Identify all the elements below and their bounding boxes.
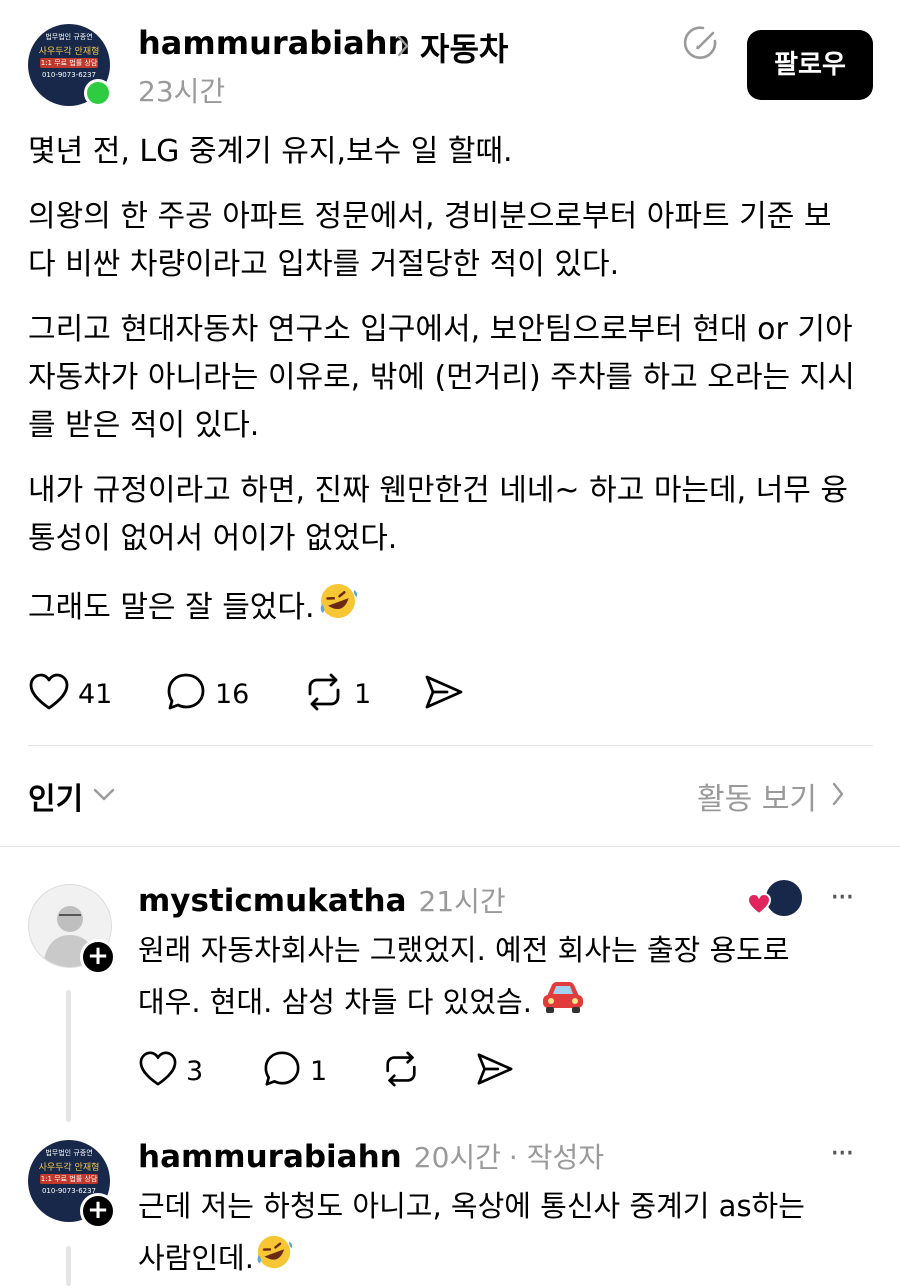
reply-1-repost-button[interactable] xyxy=(380,1050,422,1092)
plus-icon[interactable]: + xyxy=(80,939,116,975)
reply-1-header: mysticmukatha 21시간 xyxy=(138,880,506,920)
post-paragraph-5-text: 그래도 말은 잘 들었다. xyxy=(28,590,315,625)
repost-icon xyxy=(302,672,346,716)
reply-2-time: 20시간 xyxy=(413,1141,501,1174)
post-time: 23시간 xyxy=(138,75,226,108)
more-options-icon[interactable]: ··· xyxy=(830,880,855,915)
reply-2-line-1: 근데 저는 하청도 아니고, 옥상에 통신사 중계기 as하는 xyxy=(138,1189,805,1223)
car-emoji-icon xyxy=(541,978,585,1030)
reply-1-line-2: 대우. 현대. 삼성 차들 다 있었슴. xyxy=(138,985,532,1019)
like-count: 41 xyxy=(78,678,113,710)
share-icon xyxy=(475,1050,515,1092)
reply-1-text: 원래 자동차회사는 그랬었지. 예전 회사는 출장 용도로 대우. 현대. 삼성… xyxy=(138,924,878,1030)
reply-1-share-button[interactable] xyxy=(475,1050,515,1092)
post-paragraph-3: 그리고 현대자동차 연구소 입구에서, 보안팀으로부터 현대 or 기아자동차가… xyxy=(28,312,855,443)
plus-icon[interactable]: + xyxy=(80,1193,116,1229)
comment-button[interactable]: 16 xyxy=(165,672,249,716)
activity-link[interactable]: 활동 보기 xyxy=(697,774,845,818)
online-status-dot xyxy=(84,79,112,107)
reply-1-like-count: 3 xyxy=(186,1055,204,1087)
repost-count: 1 xyxy=(354,678,372,710)
author-liked-indicator xyxy=(746,878,804,920)
chevron-down-icon xyxy=(93,787,115,806)
section-divider xyxy=(0,846,900,847)
chevron-right-icon xyxy=(831,781,845,811)
avatar-badge-text: 1:1 무료 법률 상담 xyxy=(40,1174,98,1184)
reply-1-line-2-wrap: 대우. 현대. 삼성 차들 다 있었슴. xyxy=(138,976,878,1030)
chevron-right-icon xyxy=(396,34,410,62)
reply-2-line-2-wrap: 사람인데. xyxy=(138,1232,883,1288)
post-paragraph-5: 그래도 말은 잘 들었다. xyxy=(28,580,878,637)
comment-icon xyxy=(165,672,207,716)
comment-count: 16 xyxy=(215,678,250,710)
repost-icon xyxy=(380,1050,422,1092)
reply-2-header: hammurabiahn 20시간 · 작성자 xyxy=(138,1136,604,1176)
like-button[interactable]: 41 xyxy=(28,672,112,716)
heart-icon xyxy=(138,1050,178,1092)
rofl-emoji-icon xyxy=(315,580,359,637)
reply-1-time: 21시간 xyxy=(418,885,506,918)
reply-1-like-button[interactable]: 3 xyxy=(138,1050,203,1092)
reply-1-comment-button[interactable]: 1 xyxy=(262,1050,327,1092)
avatar-logo-text: 법무법인 규종연 xyxy=(45,1149,93,1157)
more-options-icon[interactable]: ··· xyxy=(830,1136,855,1171)
reply-2-text: 근데 저는 하청도 아니고, 옥상에 통신사 중계기 as하는 사람인데. xyxy=(138,1180,883,1288)
comment-icon xyxy=(262,1050,302,1092)
reply-1-comment-count: 1 xyxy=(310,1055,328,1087)
post-paragraph-2: 의왕의 한 주공 아파트 정문에서, 경비분으로부터 아파트 기준 보다 비싼 … xyxy=(28,199,832,282)
post-paragraph-1: 몇년 전, LG 중계기 유지,보수 일 할때. xyxy=(28,134,513,169)
post-author-name[interactable]: hammurabiahn xyxy=(138,24,410,62)
post-topic-tag[interactable]: 자동차 xyxy=(420,24,508,70)
avatar-logo-text: 법무법인 규종연 xyxy=(45,33,93,41)
thread-line xyxy=(66,1246,71,1286)
share-icon xyxy=(423,672,465,716)
reply-2-line-2: 사람인데. xyxy=(138,1241,254,1275)
quick-reply-icon[interactable] xyxy=(682,24,720,66)
author-tag: · 작성자 xyxy=(508,1141,604,1174)
post-divider xyxy=(28,745,873,746)
sort-dropdown[interactable]: 인기 xyxy=(28,774,115,818)
share-button[interactable] xyxy=(423,672,465,716)
post-body: 몇년 전, LG 중계기 유지,보수 일 할때. 의왕의 한 주공 아파트 정문… xyxy=(28,128,878,654)
activity-label: 활동 보기 xyxy=(697,782,817,817)
thread-line xyxy=(66,990,71,1122)
post-paragraph-4: 내가 규정이라고 하면, 진짜 웬만한건 네네~ 하고 마는데, 너무 융통성이… xyxy=(28,473,849,556)
avatar-name-text: 사우두각 안재형 xyxy=(38,47,100,57)
avatar-badge-text: 1:1 무료 법률 상담 xyxy=(40,58,98,68)
rofl-emoji-icon xyxy=(254,1232,294,1288)
reply-2-author[interactable]: hammurabiahn xyxy=(138,1139,402,1175)
sort-label: 인기 xyxy=(28,782,84,817)
reply-1-line-1: 원래 자동차회사는 그랬었지. 예전 회사는 출장 용도로 xyxy=(138,933,790,967)
heart-icon xyxy=(746,892,772,920)
heart-icon xyxy=(28,672,70,716)
follow-button[interactable]: 팔로우 xyxy=(747,30,873,100)
avatar-name-text: 사우두각 안재형 xyxy=(38,1163,100,1173)
repost-button[interactable]: 1 xyxy=(302,672,371,716)
reply-1-author[interactable]: mysticmukatha xyxy=(138,883,407,919)
avatar-phone-text: 010-9073-6237 xyxy=(41,71,97,79)
